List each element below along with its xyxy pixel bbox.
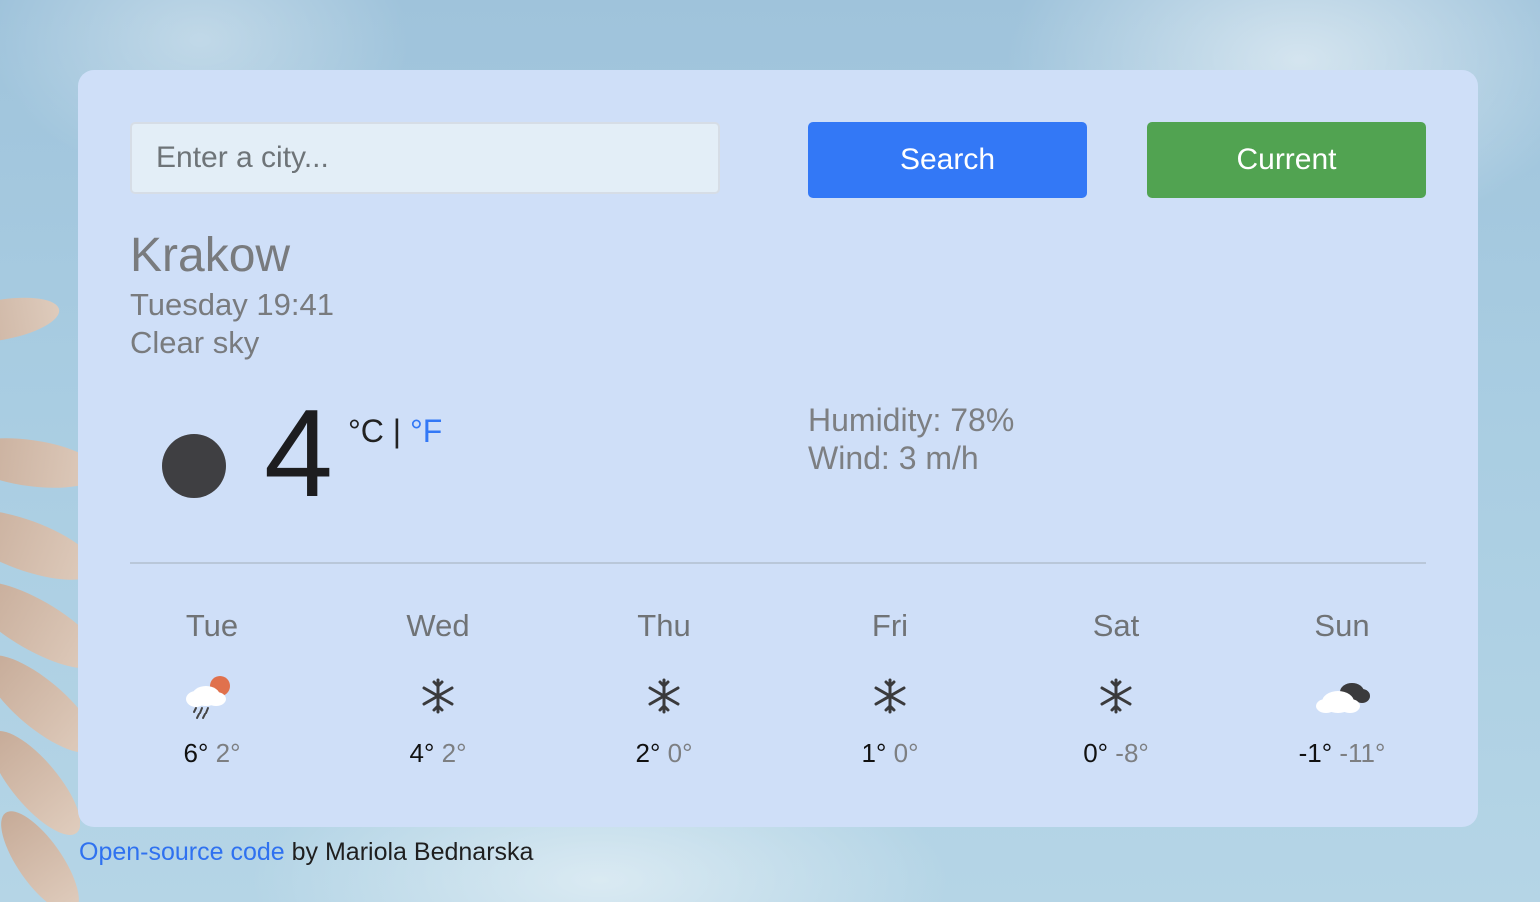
snowflake-icon bbox=[634, 672, 694, 720]
divider bbox=[130, 562, 1426, 564]
rain-sun-icon bbox=[182, 672, 242, 720]
forecast-day: Thu 2° 0° bbox=[551, 608, 777, 769]
forecast-temps: 6° 2° bbox=[99, 738, 325, 769]
forecast-day: Wed 4° 2° bbox=[325, 608, 551, 769]
snowflake-icon bbox=[1086, 672, 1146, 720]
forecast-temps: -1° -11° bbox=[1229, 738, 1455, 769]
footer-author: by Mariola Bednarska bbox=[284, 838, 534, 866]
forecast-day: Tue 6° 2° bbox=[99, 608, 325, 769]
weather-card: Search Current Krakow Tuesday 19:41 Clea… bbox=[78, 70, 1478, 827]
forecast-max: 0° bbox=[1083, 738, 1109, 768]
unit-fahrenheit-link[interactable]: °F bbox=[410, 413, 442, 449]
humidity-value: Humidity: 78% bbox=[808, 402, 1015, 438]
forecast-min: 0° bbox=[667, 738, 693, 768]
forecast-day-name: Wed bbox=[406, 608, 470, 643]
forecast-day-name: Sun bbox=[1314, 608, 1370, 643]
forecast-day-name: Sat bbox=[1092, 608, 1140, 643]
forecast-max: 1° bbox=[861, 738, 887, 768]
moon-icon bbox=[162, 434, 226, 498]
current-location-button[interactable]: Current bbox=[1147, 122, 1426, 198]
forecast-min: 0° bbox=[893, 738, 919, 768]
footer: Open-source code by Mariola Bednarska bbox=[79, 838, 533, 867]
forecast-row: Tue 6° 2° Wed 4° 2° Thu 2° 0° Fri 1° 0° … bbox=[99, 608, 1455, 778]
snowflake-icon bbox=[860, 672, 920, 720]
forecast-day-name: Tue bbox=[185, 608, 239, 643]
forecast-min: 2° bbox=[441, 738, 467, 768]
open-source-link[interactable]: Open-source code bbox=[79, 838, 285, 866]
forecast-max: 6° bbox=[183, 738, 209, 768]
background-flower bbox=[0, 0, 80, 902]
cloudy-icon bbox=[1312, 672, 1372, 720]
forecast-temps: 0° -8° bbox=[1003, 738, 1229, 769]
forecast-day: Sat 0° -8° bbox=[1003, 608, 1229, 769]
wind-value: Wind: 3 m/h bbox=[808, 440, 979, 476]
forecast-min: -8° bbox=[1115, 738, 1149, 768]
city-search-input[interactable] bbox=[130, 122, 720, 194]
forecast-temps: 2° 0° bbox=[551, 738, 777, 769]
forecast-day-name: Fri bbox=[871, 608, 909, 643]
unit-toggle: °C | °F bbox=[348, 413, 442, 450]
forecast-day: Sun -1° -11° bbox=[1229, 608, 1455, 769]
weather-description: Clear sky bbox=[130, 325, 260, 360]
snowflake-icon bbox=[408, 672, 468, 720]
current-date: Tuesday 19:41 bbox=[130, 287, 334, 322]
forecast-min: 2° bbox=[215, 738, 241, 768]
forecast-max: 2° bbox=[635, 738, 661, 768]
city-name: Krakow bbox=[130, 229, 291, 282]
forecast-max: -1° bbox=[1298, 738, 1333, 768]
unit-separator: | bbox=[383, 413, 410, 449]
forecast-min: -11° bbox=[1339, 738, 1386, 768]
search-button[interactable]: Search bbox=[808, 122, 1087, 198]
forecast-day: Fri 1° 0° bbox=[777, 608, 1003, 769]
forecast-day-name: Thu bbox=[637, 608, 691, 643]
forecast-max: 4° bbox=[409, 738, 435, 768]
forecast-temps: 1° 0° bbox=[777, 738, 1003, 769]
current-temperature: 4 bbox=[264, 385, 333, 523]
forecast-temps: 4° 2° bbox=[325, 738, 551, 769]
unit-celsius[interactable]: °C bbox=[348, 413, 384, 449]
